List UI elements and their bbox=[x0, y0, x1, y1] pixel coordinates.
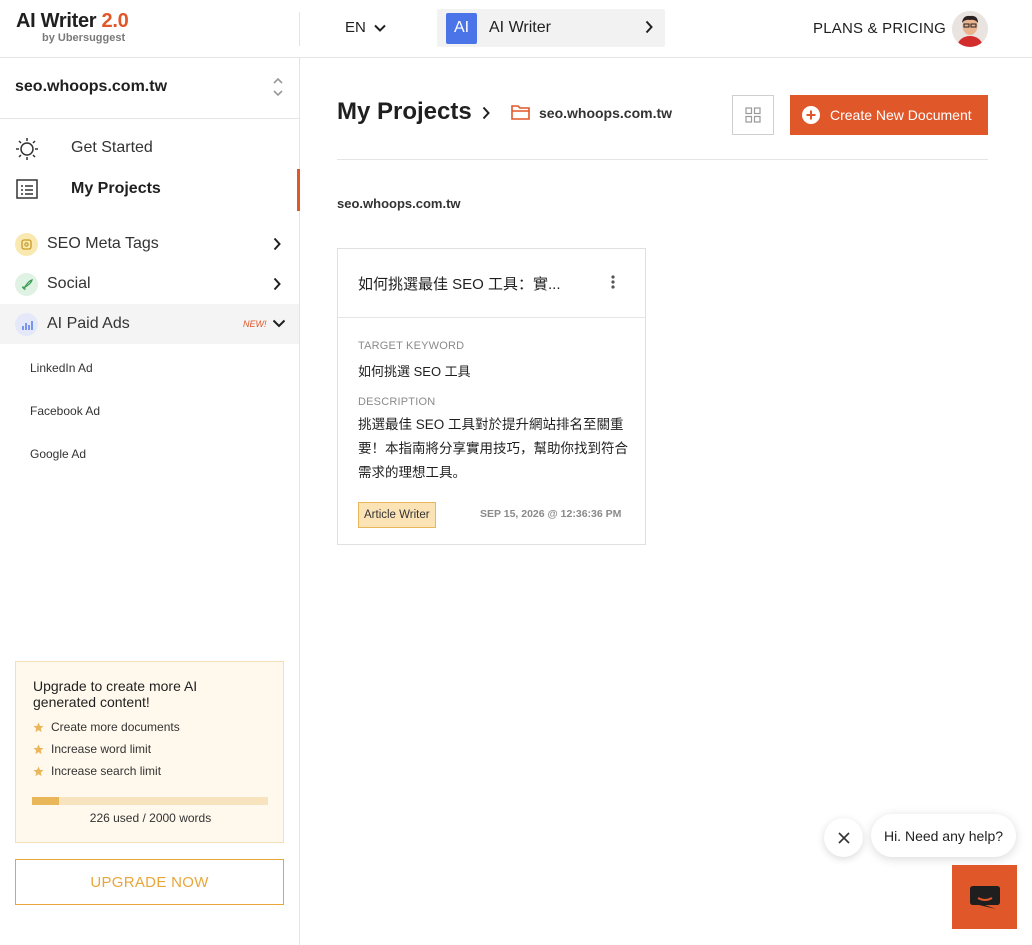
tag-icon bbox=[15, 233, 38, 256]
logo-subtitle: by Ubersuggest bbox=[42, 32, 126, 44]
feature-ai-paid-ads[interactable]: AI Paid Ads NEW! bbox=[0, 304, 299, 344]
chat-launcher-button[interactable] bbox=[952, 865, 1017, 929]
active-indicator bbox=[297, 169, 300, 211]
star-icon bbox=[33, 743, 44, 754]
app-logo[interactable]: AI Writer 2.0 by Ubersuggest bbox=[16, 10, 129, 44]
language-label: EN bbox=[345, 19, 366, 36]
list-icon bbox=[16, 179, 38, 199]
feature-label: Social bbox=[47, 275, 91, 292]
perk-item: Create more documents bbox=[33, 720, 180, 734]
nav-label: My Projects bbox=[71, 180, 161, 197]
create-button-label: Create New Document bbox=[830, 107, 972, 123]
create-new-document-button[interactable]: Create New Document bbox=[790, 95, 988, 135]
close-icon bbox=[837, 831, 850, 844]
chevron-down-icon bbox=[374, 24, 386, 32]
sub-item-linkedin-ad[interactable]: LinkedIn Ad bbox=[30, 361, 93, 375]
logo-title: AI Writer bbox=[16, 10, 102, 32]
logo-version: 2.0 bbox=[101, 10, 129, 32]
site-selector[interactable]: seo.whoops.com.tw bbox=[0, 58, 299, 119]
breadcrumb-site[interactable]: seo.whoops.com.tw bbox=[539, 105, 672, 121]
usage-text: 226 used / 2000 words bbox=[89, 811, 212, 825]
sub-item-google-ad[interactable]: Google Ad bbox=[30, 447, 86, 461]
grid-view-button[interactable] bbox=[732, 95, 774, 135]
plus-circle-icon bbox=[802, 106, 820, 124]
perk-item: Increase word limit bbox=[33, 742, 151, 756]
nav-label: Get Started bbox=[71, 139, 153, 156]
sun-icon bbox=[16, 138, 38, 160]
chevron-right-icon bbox=[645, 20, 653, 34]
feature-social[interactable]: Social bbox=[0, 264, 299, 304]
page-title: My Projects bbox=[337, 98, 472, 125]
more-vertical-icon[interactable] bbox=[610, 274, 616, 290]
grid-icon bbox=[745, 107, 761, 123]
progress-fill bbox=[32, 797, 59, 805]
perk-label: Increase search limit bbox=[51, 764, 162, 778]
new-badge: NEW! bbox=[243, 319, 267, 329]
rocket-icon bbox=[15, 273, 38, 296]
chevron-right-icon bbox=[273, 237, 281, 251]
chart-icon bbox=[15, 313, 38, 336]
chevron-down-icon bbox=[272, 319, 286, 328]
tool-name: AI Writer bbox=[489, 19, 551, 36]
feature-label: AI Paid Ads bbox=[47, 315, 130, 332]
upgrade-title: Upgrade to create more AI generated cont… bbox=[33, 678, 198, 710]
description-label: DESCRIPTION bbox=[358, 396, 436, 408]
feature-seo-meta-tags[interactable]: SEO Meta Tags bbox=[0, 224, 299, 264]
perk-label: Create more documents bbox=[51, 720, 180, 734]
perk-item: Increase search limit bbox=[33, 764, 161, 778]
upgrade-panel: Upgrade to create more AI generated cont… bbox=[15, 661, 284, 843]
nav-my-projects[interactable]: My Projects bbox=[0, 169, 300, 211]
card-title[interactable]: 如何挑選最佳 SEO 工具：實... bbox=[358, 273, 561, 294]
chat-greeting-bubble[interactable]: Hi. Need any help? bbox=[871, 814, 1016, 857]
feature-label: SEO Meta Tags bbox=[47, 235, 159, 252]
top-header: AI Writer 2.0 by Ubersuggest EN AI AI Wr… bbox=[0, 0, 1032, 58]
tool-badge: AI bbox=[446, 12, 477, 44]
folder-icon bbox=[511, 105, 530, 120]
user-avatar-icon bbox=[952, 11, 988, 47]
site-name: seo.whoops.com.tw bbox=[15, 78, 168, 95]
description-text: 挑選最佳 SEO 工具對於提升網站排名至關重要！本指南將分享實用技巧，幫助你找到… bbox=[358, 417, 628, 480]
perk-label: Increase word limit bbox=[51, 742, 152, 756]
document-card[interactable]: 如何挑選最佳 SEO 工具：實... TARGET KEYWORD 如何挑選 S… bbox=[337, 248, 646, 545]
avatar[interactable] bbox=[952, 11, 988, 47]
document-date: SEP 15, 2026 @ 12:36:36 PM bbox=[480, 508, 622, 520]
chat-icon bbox=[969, 886, 1000, 909]
keyword-value: 如何挑選 SEO 工具 bbox=[358, 364, 471, 379]
plans-pricing-link[interactable]: PLANS & PRICING bbox=[813, 20, 946, 37]
document-type-tag: Article Writer bbox=[358, 502, 436, 528]
language-selector[interactable]: EN bbox=[345, 19, 386, 36]
card-header: 如何挑選最佳 SEO 工具：實... bbox=[338, 249, 645, 318]
chevron-right-icon bbox=[482, 106, 490, 120]
updown-chevron-icon bbox=[273, 77, 283, 97]
main-divider bbox=[337, 159, 988, 160]
star-icon bbox=[33, 721, 44, 732]
nav-get-started[interactable]: Get Started bbox=[0, 128, 299, 168]
keyword-label: TARGET KEYWORD bbox=[358, 340, 465, 352]
chat-close-button[interactable] bbox=[824, 818, 863, 857]
header-divider bbox=[299, 12, 300, 46]
sidebar: seo.whoops.com.tw Get Started My Project… bbox=[0, 58, 300, 945]
section-label: seo.whoops.com.tw bbox=[337, 196, 461, 211]
upgrade-now-button[interactable]: UPGRADE NOW bbox=[15, 859, 284, 905]
sub-item-facebook-ad[interactable]: Facebook Ad bbox=[30, 404, 100, 418]
star-icon bbox=[33, 765, 44, 776]
tool-switcher[interactable]: AI AI Writer bbox=[437, 9, 665, 47]
chevron-right-icon bbox=[273, 277, 281, 291]
word-usage-progress bbox=[32, 797, 268, 805]
